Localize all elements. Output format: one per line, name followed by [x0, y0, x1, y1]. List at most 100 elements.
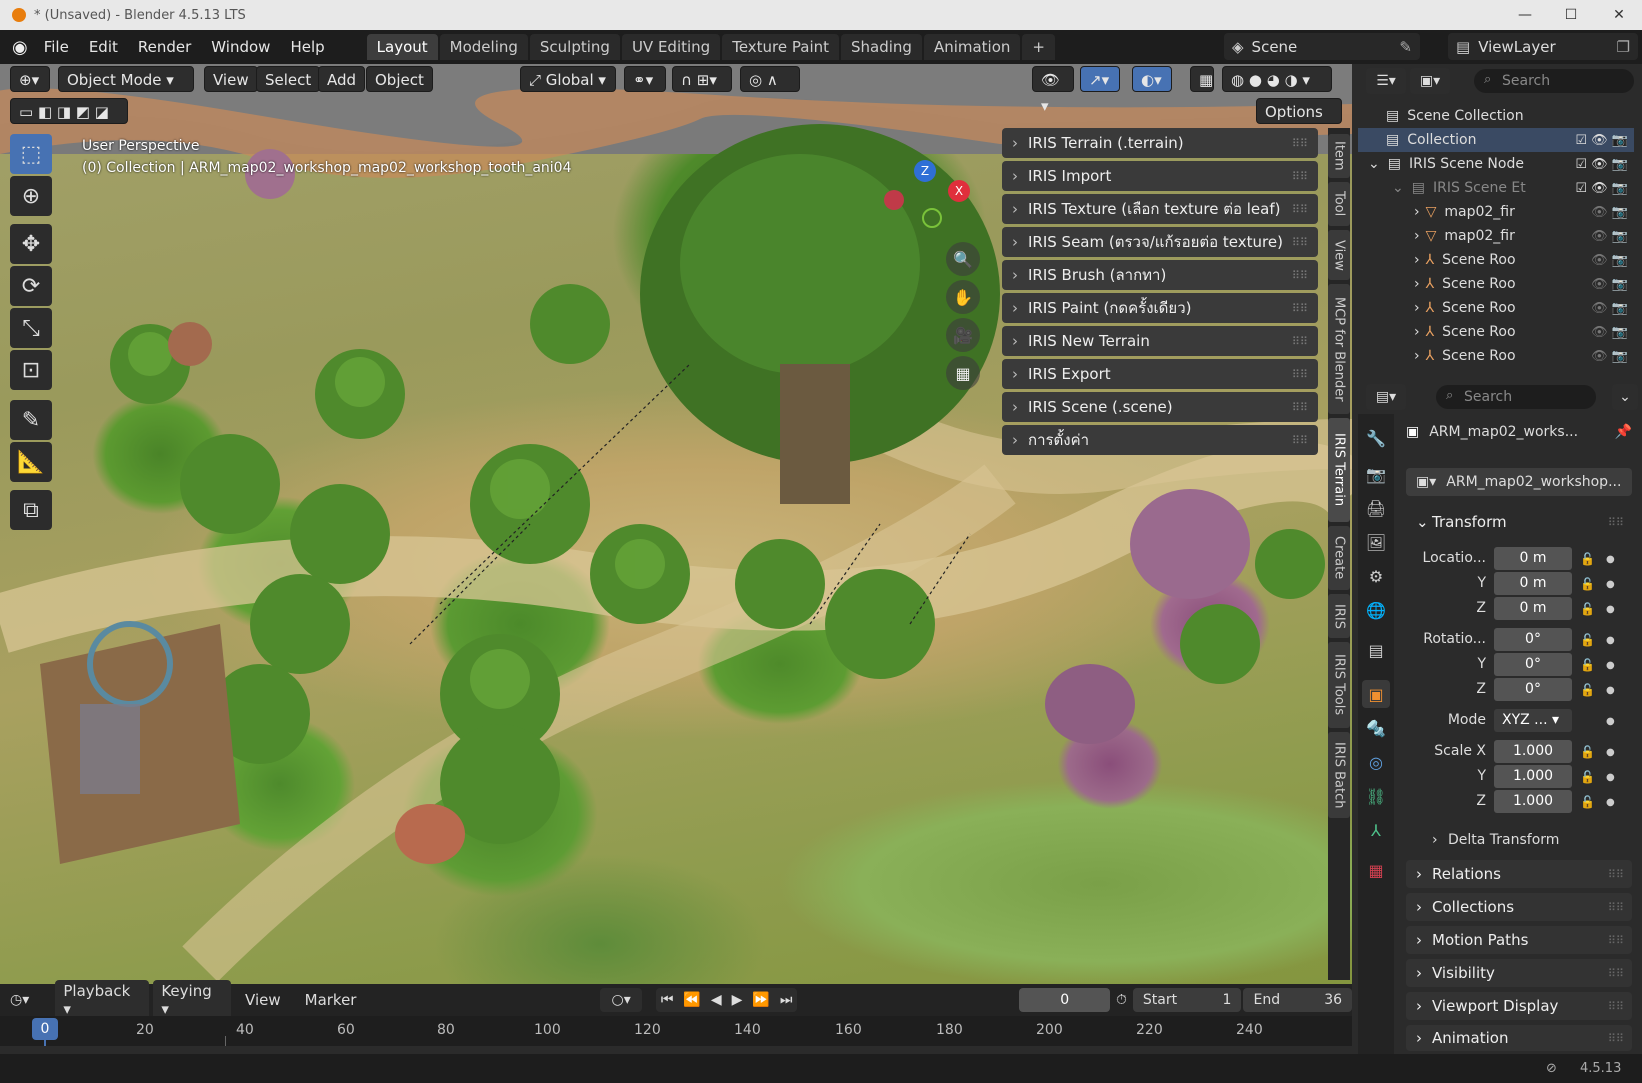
grip-icon[interactable]: ⠿⠿	[1608, 516, 1624, 529]
keyframe-dot-icon[interactable]: ●	[1606, 797, 1615, 808]
row-toggles[interactable]: 👁 📷	[1591, 325, 1628, 340]
outliner-row-armature[interactable]: › ⅄ Scene Roo 👁 📷	[1358, 320, 1634, 344]
render-tab-icon[interactable]: 📷	[1362, 460, 1390, 488]
timeline-ruler[interactable]: 0 20 40 60 80 100 120 140 160 180 200 22…	[0, 1016, 1352, 1046]
orientation-dropdown[interactable]: ⤢ Global ▾	[520, 66, 616, 92]
panel-iris-terrain[interactable]: › IRIS Terrain (.terrain) ⠿⠿	[1002, 128, 1318, 158]
gizmo-z-axis[interactable]: Z	[914, 160, 936, 182]
keyframe-dot-icon[interactable]: ●	[1606, 660, 1615, 671]
lock-icon[interactable]: 🔓	[1580, 770, 1595, 784]
keyframe-dot-icon[interactable]: ●	[1606, 685, 1615, 696]
menu-help[interactable]: Help	[280, 38, 334, 56]
keyframe-dot-icon[interactable]: ●	[1606, 579, 1615, 590]
add-workspace-button[interactable]: +	[1022, 34, 1055, 60]
outliner-row-armature[interactable]: › ⅄ Scene Roo 👁 📷	[1358, 296, 1634, 320]
move-tool-icon[interactable]: ✥	[10, 224, 52, 264]
tab-uv-editing[interactable]: UV Editing	[621, 34, 721, 60]
blender-menu-icon[interactable]: ◉	[12, 37, 28, 58]
panel-iris-seam[interactable]: › IRIS Seam (ตรวจ/แก้รอยต่อ texture) ⠿⠿	[1002, 227, 1318, 257]
viewlayer-selector[interactable]: ▤ ViewLayer ❐	[1448, 33, 1638, 60]
location-y-field[interactable]: 0 m	[1494, 572, 1572, 595]
chevron-down-icon[interactable]: ⌄	[1368, 156, 1380, 172]
editor-type-button[interactable]: ⊕▾	[10, 66, 50, 92]
row-toggles[interactable]: 👁 📷	[1591, 253, 1628, 268]
prev-keyframe-icon[interactable]: ⏪	[683, 992, 700, 1008]
lock-icon[interactable]: 🔓	[1580, 633, 1595, 647]
outliner-row-iris-scene-node[interactable]: ⌄ ▤ IRIS Scene Node ☑ 👁 📷	[1358, 152, 1634, 176]
outliner-row-mesh[interactable]: › ▽ map02_fir 👁 📷	[1358, 224, 1634, 248]
tab-modeling[interactable]: Modeling	[439, 34, 528, 60]
playback-dropdown[interactable]: Playback ▾	[55, 980, 150, 1020]
outliner-search-input[interactable]: Search	[1474, 69, 1634, 93]
scale-y-field[interactable]: 1.000	[1494, 765, 1572, 788]
outliner-row-scene-collection[interactable]: ▤ Scene Collection	[1358, 104, 1634, 128]
panel-iris-scene[interactable]: › IRIS Scene (.scene) ⠿⠿	[1002, 392, 1318, 422]
visibility-panel-header[interactable]: › Visibility ⠿⠿	[1406, 959, 1632, 987]
scale-tool-icon[interactable]: ⤡	[10, 308, 52, 348]
grip-icon[interactable]: ⠿⠿	[1608, 934, 1624, 947]
lock-icon[interactable]: 🔓	[1580, 795, 1595, 809]
pin-icon[interactable]: 📌	[1615, 424, 1632, 440]
tab-sculpting[interactable]: Sculpting	[529, 34, 620, 60]
object-menu[interactable]: Object	[366, 66, 433, 92]
tab-tool[interactable]: Tool	[1328, 182, 1350, 226]
chevron-right-icon[interactable]: ›	[1414, 348, 1420, 364]
menu-file[interactable]: File	[34, 38, 79, 56]
navigation-gizmo[interactable]: Z X	[880, 154, 970, 244]
new-viewlayer-icon[interactable]: ❐	[1617, 38, 1630, 56]
grip-icon[interactable]: ⠿⠿	[1292, 203, 1308, 216]
rotation-y-field[interactable]: 0°	[1494, 653, 1572, 676]
texture-tab-icon[interactable]: ▦	[1362, 856, 1390, 884]
grip-icon[interactable]: ⠿⠿	[1608, 1000, 1624, 1013]
chevron-right-icon[interactable]: ›	[1414, 228, 1420, 244]
tab-view[interactable]: View	[1328, 230, 1350, 280]
add-cube-tool-icon[interactable]: ⧉	[10, 490, 52, 530]
visibility-icon[interactable]: 👁▾	[1032, 66, 1074, 115]
grip-icon[interactable]: ⠿⠿	[1608, 1032, 1624, 1045]
jump-start-icon[interactable]: ⏮	[661, 992, 674, 1008]
select-menu[interactable]: Select	[256, 66, 321, 92]
collection-tab-icon[interactable]: ▤	[1362, 636, 1390, 664]
lock-icon[interactable]: 🔓	[1580, 577, 1595, 591]
proportional-edit-icon[interactable]: ◎ ∧	[740, 66, 800, 92]
snap-icon[interactable]: ∩ ⊞▾	[672, 66, 732, 92]
constraints-tab-icon[interactable]: ⛓	[1362, 782, 1390, 810]
timeline-editor-icon[interactable]: ◷▾	[10, 992, 49, 1008]
options-dropdown[interactable]: Options ▾	[1256, 98, 1342, 147]
outliner-editor-icon[interactable]: ☰▾	[1366, 68, 1406, 94]
tab-shading[interactable]: Shading	[841, 34, 922, 60]
maximize-icon[interactable]: ☐	[1548, 0, 1594, 30]
data-tab-icon[interactable]: ⅄	[1362, 816, 1390, 844]
tab-layout[interactable]: Layout	[366, 34, 438, 60]
chevron-right-icon[interactable]: ›	[1414, 324, 1420, 340]
outliner-row-armature[interactable]: › ⅄ Scene Roo 👁 📷	[1358, 248, 1634, 272]
pan-hand-icon[interactable]: ✋	[946, 280, 980, 314]
zoom-icon[interactable]: 🔍	[946, 242, 980, 276]
row-toggles[interactable]: 👁 📷	[1591, 205, 1628, 220]
tab-texture-paint[interactable]: Texture Paint	[722, 34, 839, 60]
grid-toggle-icon[interactable]: ▦	[946, 356, 980, 390]
timeline-marker-menu[interactable]: Marker	[305, 991, 357, 1009]
chevron-right-icon[interactable]: ›	[1414, 252, 1420, 268]
panel-iris-paint[interactable]: › IRIS Paint (กดครั้งเดียว) ⠿⠿	[1002, 293, 1318, 323]
rotation-z-field[interactable]: 0°	[1494, 678, 1572, 701]
pivot-icon[interactable]: ⚭▾	[624, 66, 666, 92]
row-toggles[interactable]: 👁 📷	[1591, 277, 1628, 292]
gizmo-x-axis[interactable]: X	[948, 180, 970, 202]
lock-icon[interactable]: 🔓	[1580, 683, 1595, 697]
panel-iris-import[interactable]: › IRIS Import ⠿⠿	[1002, 161, 1318, 191]
properties-editor-icon[interactable]: ▤▾	[1366, 384, 1406, 410]
gizmo-y-axis[interactable]	[922, 208, 942, 228]
mode-dropdown[interactable]: Object Mode ▾	[58, 66, 194, 92]
object-name[interactable]: ARM_map02_works...	[1429, 424, 1578, 440]
grip-icon[interactable]: ⠿⠿	[1292, 434, 1308, 447]
grip-icon[interactable]: ⠿⠿	[1608, 901, 1624, 914]
tab-iris-batch[interactable]: IRIS Batch	[1328, 732, 1350, 818]
add-menu[interactable]: Add	[318, 66, 366, 92]
timer-icon[interactable]: ⏱	[1116, 992, 1127, 1008]
modifiers-tab-icon[interactable]: 🔩	[1362, 714, 1390, 742]
lock-icon[interactable]: 🔓	[1580, 745, 1595, 759]
select-mode-icons[interactable]: ▭ ◧ ◨ ◩ ◪	[10, 98, 128, 124]
chevron-down-icon[interactable]: ⌄	[1612, 384, 1638, 410]
camera-icon[interactable]: 🎥	[946, 318, 980, 352]
